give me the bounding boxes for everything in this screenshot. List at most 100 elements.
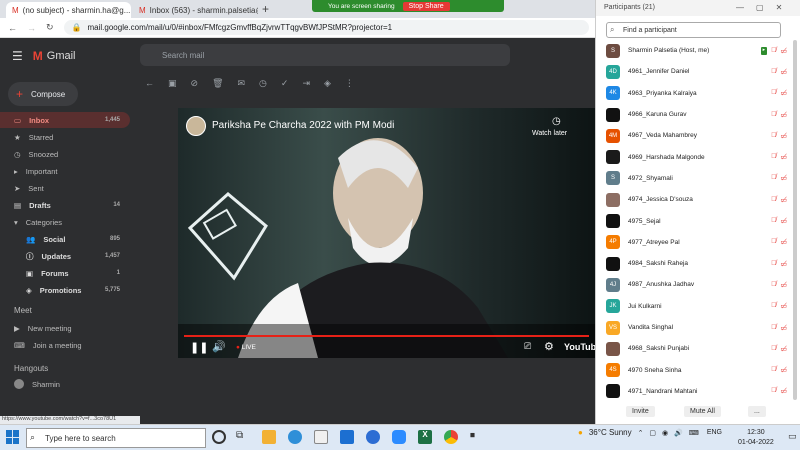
participant-row[interactable]: 4974_Jessica D'souza 🎙̸ ▭̸ [596,189,791,210]
participant-row[interactable]: 4J 4987_Anushka Jadhav 🎙̸ ▭̸ [596,274,791,295]
video-off-icon[interactable]: ▭̸ [780,217,787,225]
mute-all-button[interactable]: Mute All [684,406,721,417]
watch-later-button[interactable]: Watch later [532,130,567,137]
mail-icon[interactable] [340,430,354,444]
nav-social[interactable]: 👥 Social 895 [0,231,130,247]
muted-mic-icon[interactable]: 🎙̸ [771,302,776,310]
forward-icon[interactable]: → [27,23,36,33]
gmail-search-input[interactable]: Search mail [140,44,510,66]
muted-mic-icon[interactable]: 🎙̸ [771,174,776,182]
video-off-icon[interactable]: ▭̸ [780,260,787,268]
video-off-icon[interactable]: ▭̸ [780,196,787,204]
more-icon[interactable]: ⋮ [345,78,354,89]
spam-icon[interactable]: ⊘ [191,78,199,89]
snooze-icon[interactable]: ◷ [259,78,267,89]
notification-icon[interactable]: ▭ [788,431,797,442]
video-title[interactable]: Pariksha Pe Charcha 2022 with PM Modi [212,120,394,131]
clock[interactable]: 12:30 01-04-2022 [738,428,774,448]
nav-important[interactable]: ▸ Important [0,163,130,179]
youtube-logo[interactable]: YouTube [564,342,595,352]
archive-icon[interactable]: ▣ [168,78,177,89]
youtube-player[interactable]: Pariksha Pe Charcha 2022 with PM Modi ◷ … [178,108,595,358]
store-icon[interactable] [314,430,328,444]
participant-row[interactable]: 4M 4967_Veda Mahambrey 🎙̸ ▭̸ [596,125,791,146]
participant-row[interactable]: 4975_Sejal 🎙̸ ▭̸ [596,210,791,231]
move-icon[interactable]: ⇥ [302,78,310,89]
video-off-icon[interactable]: ▭̸ [780,132,787,140]
hangouts-user[interactable]: Sharmin [0,376,130,392]
participant-row[interactable]: 4969_Harshada Malgonde 🎙̸ ▭̸ [596,147,791,168]
invite-button[interactable]: Invite [626,406,655,417]
muted-mic-icon[interactable]: 🎙̸ [771,387,776,395]
participant-row[interactable]: 4S 4970 Sneha Sinha 🎙̸ ▭̸ [596,360,791,381]
muted-mic-icon[interactable]: 🎙̸ [771,281,776,289]
muted-mic-icon[interactable]: 🎙̸ [771,153,776,161]
muted-mic-icon[interactable]: 🎙̸ [771,68,776,76]
tray-icons[interactable]: ⌃ ▢ ◉ 🔊 ⌨ [638,429,701,437]
join-meeting-link[interactable]: ⌨ Join a meeting [0,337,130,353]
new-meeting-link[interactable]: ▶ New meeting [0,320,130,336]
channel-avatar[interactable] [186,116,206,136]
video-off-icon[interactable]: ▭̸ [780,89,787,97]
participant-row[interactable]: 4984_Sakshi Raheja 🎙̸ ▭̸ [596,253,791,274]
muted-mic-icon[interactable]: 🎙̸ [771,89,776,97]
progress-bar[interactable] [184,335,589,337]
muted-mic-icon[interactable]: 🎙̸ [771,47,776,55]
muted-mic-icon[interactable]: 🎙̸ [771,111,776,119]
label-icon[interactable]: ◈ [324,78,331,89]
nav-snoozed[interactable]: ◷ Snoozed [0,146,130,162]
chrome-icon[interactable] [444,430,458,444]
muted-mic-icon[interactable]: 🎙̸ [771,366,776,374]
video-off-icon[interactable]: ▭̸ [780,302,787,310]
video-off-icon[interactable]: ▭̸ [780,153,787,161]
video-off-icon[interactable]: ▭̸ [780,366,787,374]
video-off-icon[interactable]: ▭̸ [780,111,787,119]
participant-row[interactable]: VS Vandita Singhal 🎙̸ ▭̸ [596,317,791,338]
video-off-icon[interactable]: ▭̸ [780,174,787,182]
muted-mic-icon[interactable]: 🎙̸ [771,132,776,140]
video-off-icon[interactable]: ▭̸ [780,281,787,289]
new-tab-button[interactable]: + [262,2,269,16]
taskbar-search-input[interactable]: Type here to search [26,428,206,448]
url-field[interactable]: 🔒 mail.google.com/mail/u/0/#inbox/FMfcgz… [63,20,589,35]
participant-row[interactable]: JK Jui Kulkarni 🎙̸ ▭̸ [596,296,791,317]
participant-row[interactable]: 4966_Karuna Gurav 🎙̸ ▭̸ [596,104,791,125]
edge-icon[interactable] [288,430,302,444]
compose-button[interactable]: + Compose [8,82,78,106]
nav-inbox[interactable]: ▭ Inbox 1,445 [0,112,130,128]
video-off-icon[interactable]: ▭̸ [780,324,787,332]
nav-promotions[interactable]: ◈ Promotions 5,775 [0,282,130,298]
scrollbar[interactable] [793,40,797,400]
back-icon[interactable]: ← [8,23,17,33]
video-off-icon[interactable]: ▭̸ [780,345,787,353]
participant-row[interactable]: 4968_Sakshi Punjabi 🎙̸ ▭̸ [596,338,791,359]
close-icon[interactable]: ✕ [776,3,783,12]
participant-row[interactable]: 4D 4961_Jennifer Daniel 🎙̸ ▭̸ [596,61,791,82]
nav-categories[interactable]: ▾ Categories [0,214,130,230]
weather-text[interactable]: 36°C Sunny [589,428,632,437]
cortana-icon[interactable] [212,430,226,444]
participant-row[interactable]: S Sharmin Palsetia (Host, me) ▸ 🎙̸ ▭̸ [596,40,791,61]
reload-icon[interactable]: ↻ [46,22,54,33]
muted-mic-icon[interactable]: 🎙̸ [771,324,776,332]
browser-tab-2[interactable]: M Inbox (563) - sharmin.palsetia@... × [133,2,258,18]
clock-icon[interactable]: ◷ [552,116,561,127]
gear-icon[interactable]: ⚙ [544,340,554,353]
video-off-icon[interactable]: ▭̸ [780,238,787,246]
browser-tab-1[interactable]: M (no subject) - sharmin.ha@g... × [6,2,131,18]
muted-mic-icon[interactable]: 🎙̸ [771,217,776,225]
find-participant-input[interactable]: Find a participant [606,22,781,38]
minimize-icon[interactable]: — [736,3,744,12]
file-explorer-icon[interactable] [262,430,276,444]
video-off-icon[interactable]: ▭̸ [780,387,787,395]
nav-sent[interactable]: ➤ Sent [0,180,130,196]
participant-row[interactable]: 4K 4963_Priyanka Kalraiya 🎙̸ ▭̸ [596,83,791,104]
stop-icon[interactable]: ⏹ [470,430,475,441]
maximize-icon[interactable]: ▢ [756,3,764,12]
delete-icon[interactable]: 🗑 [212,78,223,89]
nav-forums[interactable]: ▣ Forums 1 [0,265,130,281]
mark-unread-icon[interactable]: ✉ [238,78,246,89]
video-off-icon[interactable]: ▭̸ [780,47,787,55]
menu-icon[interactable]: ☰ [12,49,23,63]
stop-share-button[interactable]: Stop Share [402,1,450,11]
